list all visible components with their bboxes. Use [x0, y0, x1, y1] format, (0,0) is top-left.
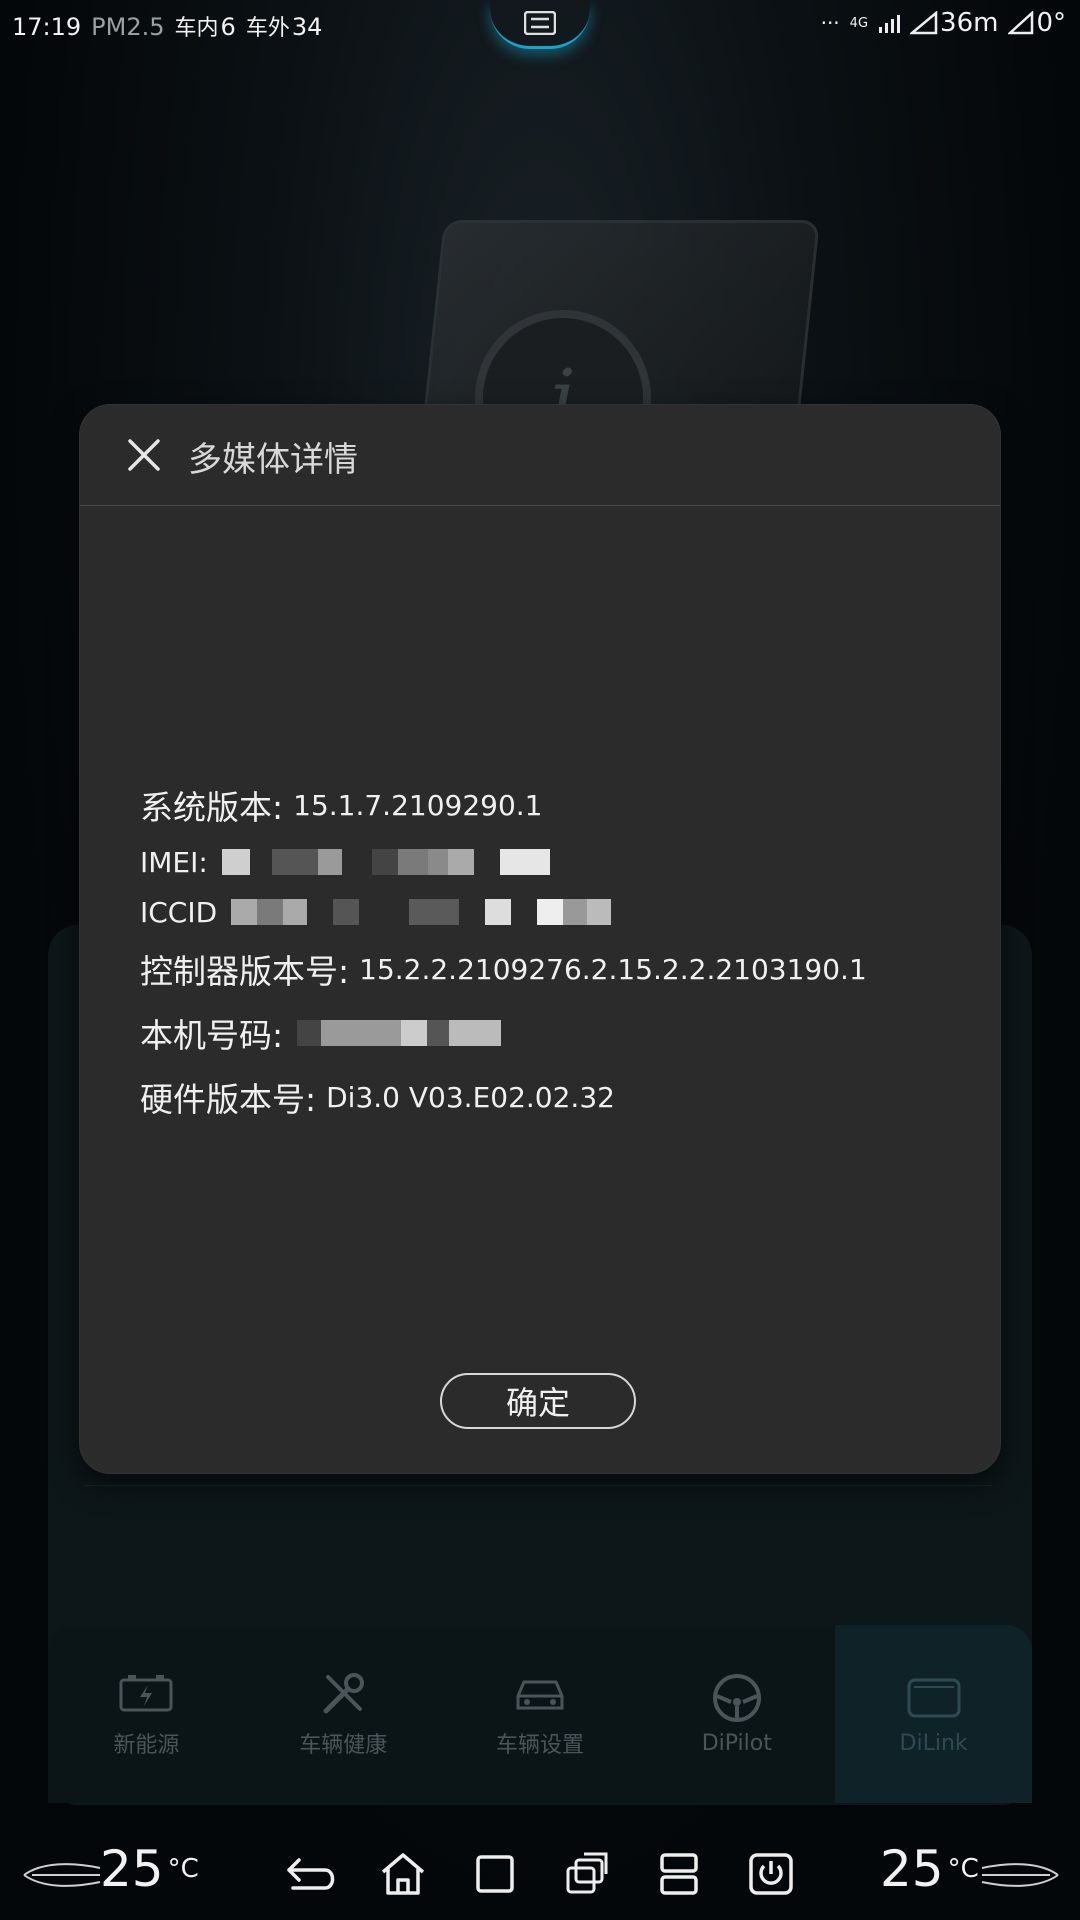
close-icon — [128, 439, 160, 471]
list-divider — [84, 1485, 992, 1486]
hardware-version-label: 硬件版本号: — [140, 1080, 317, 1119]
tilt-icon — [1008, 11, 1034, 35]
driver-temperature[interactable]: 25 °C — [100, 1840, 199, 1898]
home-button[interactable] — [377, 1848, 429, 1900]
angle-reading: 0° — [1036, 8, 1066, 38]
indoor-label: 车内 — [174, 16, 219, 41]
tab-label: 车辆设置 — [495, 1733, 584, 1758]
multi-window-icon — [566, 1852, 608, 1894]
passenger-temperature[interactable]: 25 °C — [880, 1840, 979, 1898]
outdoor-label: 车外 — [245, 16, 290, 41]
dialog-header: 多媒体详情 — [80, 405, 1000, 506]
imei-label: IMEI: — [140, 845, 208, 879]
split-screen-icon — [660, 1853, 698, 1895]
controller-version-row: 控制器版本号: 15.2.2.2109276.2.15.2.2.2103190.… — [140, 937, 960, 1001]
right-fan-icon[interactable] — [980, 1860, 1060, 1890]
phone-number-label: 本机号码: — [140, 1016, 284, 1055]
recents-button[interactable] — [469, 1848, 521, 1900]
hardware-version-row: 硬件版本号: Di3.0 V03.E02.02.32 — [140, 1065, 960, 1129]
bottom-navigation: 25 °C 25 °C — [0, 1820, 1080, 1920]
temp-unit: °C — [167, 1854, 199, 1884]
details-list: 系统版本: 15.1.7.2109290.1 IMEI: ICCID 控制器版本… — [140, 773, 960, 1129]
system-version-label: 系统版本: — [140, 788, 284, 827]
imei-redacted-value — [221, 849, 550, 875]
power-button[interactable] — [745, 1848, 797, 1900]
tab-label: DiLink — [899, 1730, 968, 1756]
power-icon — [749, 1853, 793, 1895]
pm25-label: PM2.5 — [91, 13, 165, 41]
tab-bar: 新能源 车辆健康 车辆设置 DiPilot DiLink — [48, 1625, 1032, 1803]
multi-window-button[interactable] — [561, 1848, 613, 1900]
dialog-title: 多媒体详情 — [188, 440, 358, 480]
multimedia-details-dialog: 多媒体详情 系统版本: 15.1.7.2109290.1 IMEI: ICCID… — [80, 405, 1000, 1473]
phone-number-row: 本机号码: — [140, 1001, 960, 1065]
controller-version-label: 控制器版本号: — [140, 952, 350, 991]
screen-icon — [907, 1678, 961, 1717]
nav-buttons — [285, 1848, 797, 1900]
left-fan-icon[interactable] — [22, 1860, 102, 1890]
steering-wheel-icon — [712, 1673, 761, 1722]
iccid-row: ICCID — [140, 887, 960, 937]
home-icon — [381, 1853, 425, 1895]
tab-vehicle-health[interactable]: 车辆健康 — [245, 1625, 442, 1803]
clock: 17:19 — [12, 13, 82, 41]
recents-icon — [476, 1855, 514, 1893]
system-version-row: 系统版本: 15.1.7.2109290.1 — [140, 773, 960, 837]
tab-dipilot[interactable]: DiPilot — [638, 1625, 835, 1803]
outdoor-value: 34 — [291, 13, 323, 41]
status-bar: 17:19 PM2.5 车内 6 车外 34 ··· 4G 36m 0° — [0, 0, 1080, 52]
menu-icon — [524, 11, 556, 35]
close-button[interactable] — [124, 435, 164, 475]
distance-reading: 36m — [940, 8, 999, 38]
phone-number-redacted-value — [297, 1020, 502, 1046]
tab-label: 车辆健康 — [299, 1733, 388, 1758]
tools-icon — [323, 1673, 365, 1714]
more-indicator: ··· — [820, 11, 840, 35]
iccid-label: ICCID — [140, 895, 218, 929]
split-screen-button[interactable] — [653, 1848, 705, 1900]
tab-label: 新能源 — [113, 1733, 180, 1758]
driver-temp-value: 25 — [100, 1840, 164, 1898]
confirm-button[interactable]: 确定 — [440, 1373, 636, 1429]
iccid-redacted-value — [231, 899, 612, 925]
imei-row: IMEI: — [140, 837, 960, 887]
tab-vehicle-settings[interactable]: 车辆设置 — [442, 1625, 639, 1803]
hardware-version-value: Di3.0 V03.E02.02.32 — [326, 1080, 615, 1114]
tab-dilink[interactable]: DiLink — [835, 1625, 1032, 1803]
car-icon — [516, 1680, 564, 1710]
controller-version-value: 15.2.2.2109276.2.15.2.2.2103190.1 — [359, 952, 867, 986]
battery-icon — [119, 1675, 173, 1712]
back-icon — [287, 1858, 335, 1890]
gradient-icon — [910, 11, 938, 35]
tab-label: DiPilot — [701, 1730, 772, 1756]
system-version-value: 15.1.7.2109290.1 — [293, 788, 543, 822]
passenger-temp-value: 25 — [880, 1840, 944, 1898]
temp-unit: °C — [947, 1854, 979, 1884]
signal-icon — [879, 15, 901, 33]
indoor-value: 6 — [220, 13, 236, 41]
network-type: 4G — [849, 15, 869, 31]
tab-new-energy[interactable]: 新能源 — [48, 1625, 245, 1803]
notification-pull-tab[interactable] — [490, 0, 590, 49]
back-button[interactable] — [285, 1848, 337, 1900]
